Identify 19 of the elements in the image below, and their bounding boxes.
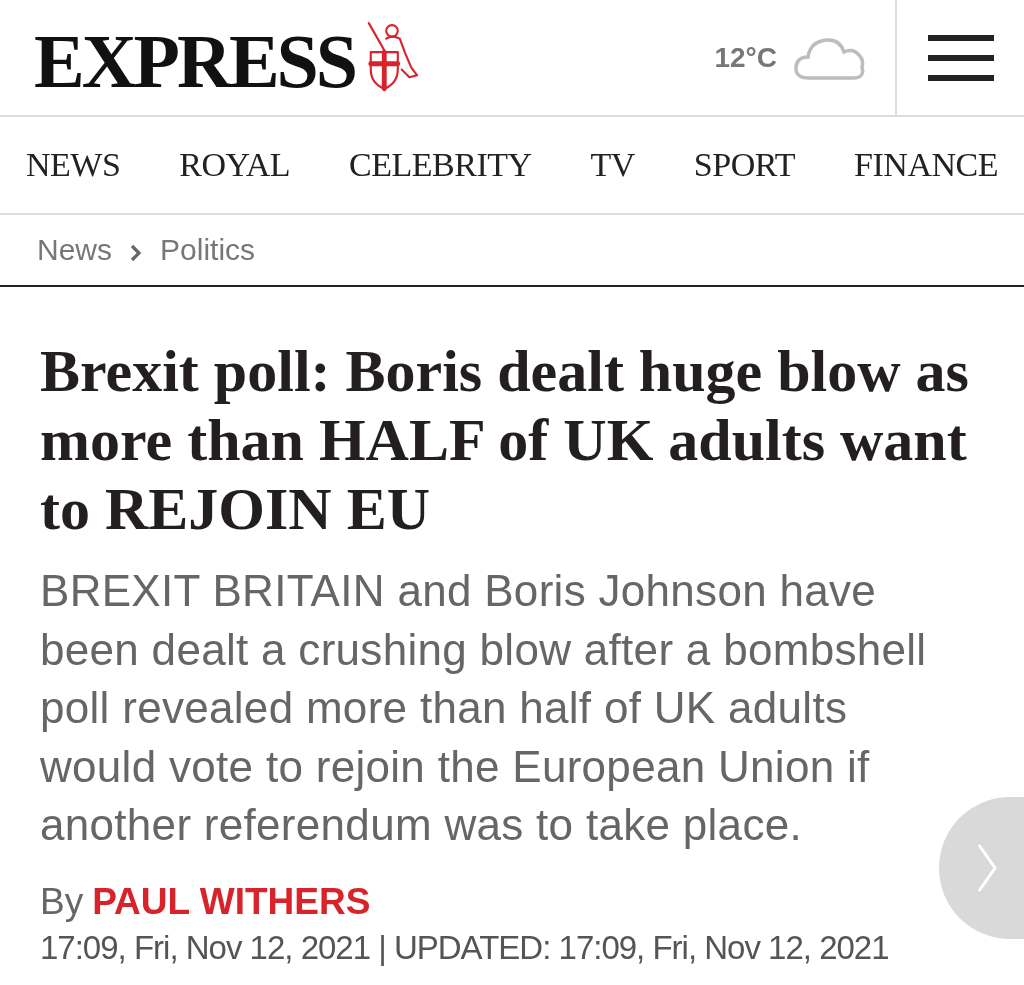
breadcrumb-link[interactable]: News (37, 233, 112, 267)
byline-prefix: By (40, 880, 84, 923)
chevron-right-icon (975, 842, 998, 894)
article-headline: Brexit poll: Boris dealt huge blow as more than HALF of UK adults want to REJOIN EU (40, 337, 970, 544)
author-link[interactable]: PAUL WITHERS (92, 880, 371, 923)
cloud-icon (793, 35, 867, 80)
site-logo[interactable]: EXPRESS (34, 16, 356, 99)
nav-link[interactable]: CELEBRITY (349, 146, 532, 184)
chevron-right-icon (130, 244, 142, 262)
nav-link[interactable]: ROYAL (179, 146, 291, 184)
breadcrumb-link[interactable]: Politics (160, 233, 256, 267)
nav-link[interactable]: TV (590, 146, 635, 184)
nav-link[interactable]: SPORT (693, 146, 796, 184)
nav-link[interactable]: FINANCE (854, 146, 998, 184)
article-standfirst: BREXIT BRITAIN and Boris Johnson have been dealt a crushing blow after a bombshell poll revealed more than half of UK adults would vote to rejoin the European Union if another referendum was to take place. (40, 565, 928, 851)
nav-link[interactable]: NEWS (26, 146, 121, 184)
temperature: 12°C (714, 41, 777, 74)
timestamp: 17:09, Fri, Nov 12, 2021 | UPDATED: 17:09, Fri, Nov 12, 2021 (40, 928, 890, 967)
menu-icon (927, 34, 994, 81)
